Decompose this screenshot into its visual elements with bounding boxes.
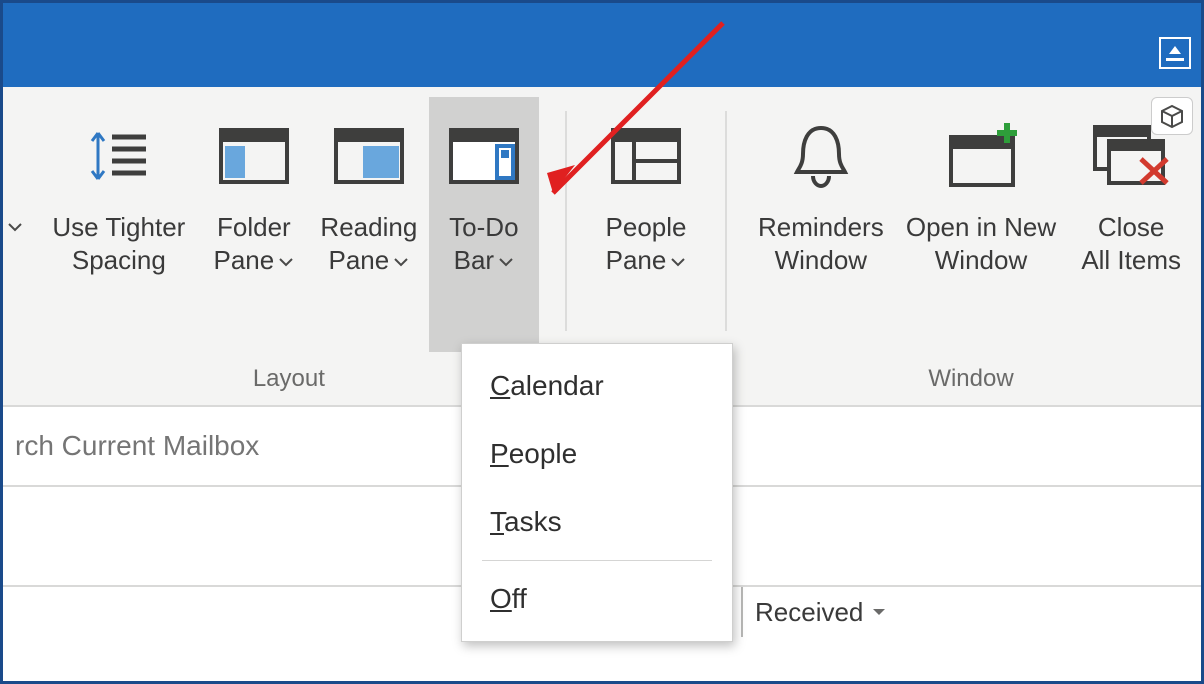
use-tighter-spacing-button[interactable]: Use Tighter Spacing	[39, 97, 199, 352]
chevron-down-icon	[393, 256, 409, 268]
ribbon-separator	[565, 111, 567, 331]
button-label: Pane	[606, 245, 667, 275]
close-all-items-button[interactable]: Close All Items	[1066, 97, 1196, 352]
ribbon-overflow-left[interactable]	[3, 97, 27, 357]
bell-icon	[789, 120, 853, 192]
caret-down-icon	[871, 606, 887, 618]
ribbon-group-window: Reminders Window Open in New	[741, 97, 1201, 397]
close-all-icon	[1089, 121, 1173, 191]
button-label: Pane	[213, 245, 274, 275]
chevron-down-icon	[278, 256, 294, 268]
button-label: To-Do	[449, 211, 518, 244]
button-label: People	[606, 211, 687, 244]
button-label: Spacing	[72, 244, 166, 277]
reading-pane-icon	[333, 127, 405, 185]
sort-by-label: Received	[755, 597, 863, 628]
menu-item-tasks[interactable]: Tasks	[462, 488, 732, 556]
menu-item-calendar[interactable]: Calendar	[462, 352, 732, 420]
people-pane-icon	[610, 127, 682, 185]
reading-pane-button[interactable]: Reading Pane	[309, 97, 429, 352]
new-window-icon	[941, 121, 1021, 191]
chevron-down-icon	[670, 256, 686, 268]
sort-by-button[interactable]: Received	[741, 587, 887, 637]
to-do-bar-icon	[448, 127, 520, 185]
title-bar	[3, 3, 1201, 87]
button-label: All Items	[1081, 244, 1181, 277]
button-label: Use Tighter	[52, 211, 185, 244]
menu-item-off[interactable]: Off	[462, 565, 732, 633]
menu-item-people[interactable]: People	[462, 420, 732, 488]
chevron-down-icon	[7, 219, 23, 235]
ribbon-group-label: Window	[741, 365, 1201, 393]
button-label: Close	[1098, 211, 1164, 244]
folder-pane-button[interactable]: Folder Pane	[199, 97, 309, 352]
button-label: Open in New	[906, 211, 1056, 244]
button-label: Window	[775, 244, 867, 277]
ribbon-separator	[725, 111, 727, 331]
tighter-spacing-icon	[84, 121, 154, 191]
button-label: Pane	[328, 245, 389, 275]
button-label: Folder	[217, 211, 291, 244]
button-label: Bar	[454, 245, 494, 275]
reminders-window-button[interactable]: Reminders Window	[746, 97, 896, 352]
to-do-bar-menu: Calendar People Tasks Off	[461, 343, 733, 642]
folder-pane-icon	[218, 127, 290, 185]
open-in-new-window-button[interactable]: Open in New Window	[896, 97, 1066, 352]
menu-separator	[482, 560, 712, 561]
search-input[interactable]	[13, 429, 443, 463]
button-label: Reminders	[758, 211, 884, 244]
to-do-bar-button[interactable]: To-Do Bar	[429, 97, 539, 352]
chevron-down-icon	[498, 256, 514, 268]
ribbon-display-options-button[interactable]	[1159, 37, 1191, 69]
people-pane-button[interactable]: People Pane	[586, 97, 706, 352]
button-label: Window	[935, 244, 1027, 277]
button-label: Reading	[320, 211, 417, 244]
